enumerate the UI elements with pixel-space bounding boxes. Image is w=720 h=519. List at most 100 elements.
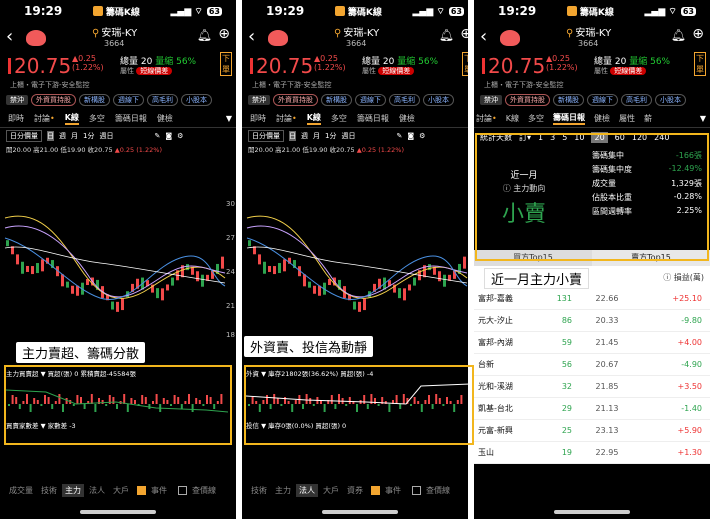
- back-icon[interactable]: ‹: [6, 26, 13, 47]
- tab-chips[interactable]: 籌碼日報: [357, 113, 389, 124]
- settings-icon[interactable]: ⚙: [177, 132, 183, 140]
- price-line-toggle[interactable]: 查價線: [175, 484, 222, 497]
- tab-health[interactable]: 健檢: [594, 113, 610, 124]
- stock-search[interactable]: ⚲ 安瑞-KY 3664: [334, 24, 379, 48]
- stock-search[interactable]: ⚲ 安瑞-KY 3664: [566, 24, 611, 48]
- tab-institution[interactable]: 法人: [296, 483, 318, 497]
- bell-icon[interactable]: 🔔︎: [439, 28, 454, 42]
- price-volume-button[interactable]: 日分價量: [248, 130, 284, 142]
- period-minute[interactable]: 1分: [325, 131, 336, 141]
- list-item[interactable]: 台新 56 20.67 -4.90: [474, 354, 710, 376]
- tab-attribute[interactable]: 屬性: [619, 113, 635, 124]
- tab-salary[interactable]: 薪: [644, 113, 652, 124]
- stock-search[interactable]: ⚲ 安瑞-KY 3664: [92, 24, 137, 48]
- price-line-toggle[interactable]: 查價線: [409, 484, 456, 497]
- period-minute[interactable]: 1分: [83, 131, 94, 141]
- back-icon[interactable]: ‹: [480, 26, 487, 47]
- period-week[interactable]: 週: [301, 131, 308, 141]
- tag[interactable]: 高毛利: [621, 94, 652, 106]
- tab-volume[interactable]: 成交量: [6, 484, 36, 497]
- tab-bull-bear[interactable]: 多空: [331, 113, 347, 124]
- tab-main-force[interactable]: 主力: [62, 483, 84, 497]
- tab-main-force[interactable]: 主力: [272, 484, 294, 497]
- tab-chips[interactable]: 籌碼日報: [115, 113, 147, 124]
- period-month[interactable]: 月: [71, 131, 78, 141]
- bell-icon[interactable]: 🔔︎: [197, 28, 212, 42]
- period-month[interactable]: 月: [313, 131, 320, 141]
- tag[interactable]: 週線下: [113, 94, 144, 106]
- tab-kline[interactable]: K線: [506, 113, 519, 124]
- price: 20.75: [488, 54, 546, 78]
- tag[interactable]: 禁沖: [480, 95, 502, 105]
- tab-kline[interactable]: K線: [306, 112, 321, 125]
- camera-icon[interactable]: ◙: [165, 132, 172, 140]
- tag[interactable]: 新構股: [79, 94, 110, 106]
- tag[interactable]: 新構股: [553, 94, 584, 106]
- kline-chart[interactable]: 30 27 24 21 18: [0, 178, 236, 338]
- price-volume-button[interactable]: 日分價量: [6, 130, 42, 142]
- list-item[interactable]: 富邦-內湖 59 21.45 +4.00: [474, 332, 710, 354]
- ohlc: 開20.00 高21.00 低19.90 收20.75 ▲0.25 (1.22%…: [6, 146, 162, 154]
- list-item[interactable]: 玉山 19 22.95 +1.30: [474, 442, 710, 464]
- tag[interactable]: 外資買持股: [273, 94, 318, 106]
- tag[interactable]: 高毛利: [147, 94, 178, 106]
- back-icon[interactable]: ‹: [248, 26, 255, 47]
- settings-icon[interactable]: ⚙: [419, 132, 425, 140]
- tag[interactable]: 高毛利: [389, 94, 420, 106]
- tab-big-holder[interactable]: 大戶: [110, 484, 132, 497]
- tab-technical[interactable]: 技術: [248, 484, 270, 497]
- tab-kline[interactable]: K線: [64, 112, 79, 125]
- list-item[interactable]: 光和-溪湖 32 21.85 +3.50: [474, 376, 710, 398]
- candle: [16, 254, 19, 265]
- tag[interactable]: 小股本: [423, 94, 454, 106]
- tag[interactable]: 外資買持股: [505, 94, 550, 106]
- add-icon[interactable]: ⊕: [218, 26, 230, 42]
- list-item[interactable]: 元富-新興 25 23.13 +5.90: [474, 420, 710, 442]
- tab-chips[interactable]: 籌碼日報: [552, 112, 585, 125]
- tab-discuss[interactable]: 討論•: [276, 113, 297, 124]
- list-item[interactable]: 富邦-嘉義 131 22.66 +25.10: [474, 288, 710, 310]
- dropdown-icon[interactable]: ▼: [226, 114, 232, 123]
- add-icon[interactable]: ⊕: [692, 26, 704, 42]
- event-toggle[interactable]: 事件: [368, 484, 407, 497]
- tab-discuss[interactable]: 討論•: [34, 113, 55, 124]
- tag[interactable]: 禁沖: [248, 95, 270, 105]
- tab-health[interactable]: 健檢: [157, 113, 173, 124]
- tag[interactable]: 週線下: [587, 94, 618, 106]
- tab-institution[interactable]: 法人: [86, 484, 108, 497]
- period-week[interactable]: 週: [59, 131, 66, 141]
- tab-bull-bear[interactable]: 多空: [89, 113, 105, 124]
- period-week-day[interactable]: 週日: [341, 131, 355, 141]
- order-button[interactable]: 下單: [220, 52, 232, 76]
- tag[interactable]: 小股本: [655, 94, 686, 106]
- tab-realtime[interactable]: 即時: [8, 113, 24, 124]
- list-item[interactable]: 元大-汐止 86 20.33 -9.80: [474, 310, 710, 332]
- list-item[interactable]: 凱基-台北 29 21.13 -1.40: [474, 398, 710, 420]
- draw-icon[interactable]: ✎: [396, 132, 402, 140]
- tag[interactable]: 外資買持股: [31, 94, 76, 106]
- tag[interactable]: 禁沖: [6, 95, 28, 105]
- camera-icon[interactable]: ◙: [407, 132, 414, 140]
- tab-big-holder[interactable]: 大戶: [320, 484, 342, 497]
- tab-realtime[interactable]: 即時: [250, 113, 266, 124]
- kline-chart[interactable]: 30 27 24 21 18: [242, 178, 478, 338]
- axis-tick: 18: [226, 331, 235, 338]
- candle: [303, 274, 306, 287]
- tab-technical[interactable]: 技術: [38, 484, 60, 497]
- tab-bull-bear[interactable]: 多空: [528, 113, 544, 124]
- order-button[interactable]: 下單: [694, 52, 706, 76]
- tab-health[interactable]: 健檢: [399, 113, 415, 124]
- bell-icon[interactable]: 🔔︎: [671, 28, 686, 42]
- period-day[interactable]: 日: [47, 131, 54, 141]
- period-day[interactable]: 日: [289, 131, 296, 141]
- tag[interactable]: 週線下: [355, 94, 386, 106]
- period-week-day[interactable]: 週日: [99, 131, 113, 141]
- tag[interactable]: 小股本: [181, 94, 212, 106]
- tag[interactable]: 新構股: [321, 94, 352, 106]
- tab-discuss[interactable]: 討論•: [476, 113, 497, 124]
- draw-icon[interactable]: ✎: [154, 132, 160, 140]
- candle: [258, 254, 261, 265]
- tab-margin[interactable]: 資券: [344, 484, 366, 497]
- dropdown-icon[interactable]: ▼: [700, 114, 706, 123]
- event-toggle[interactable]: 事件: [134, 484, 173, 497]
